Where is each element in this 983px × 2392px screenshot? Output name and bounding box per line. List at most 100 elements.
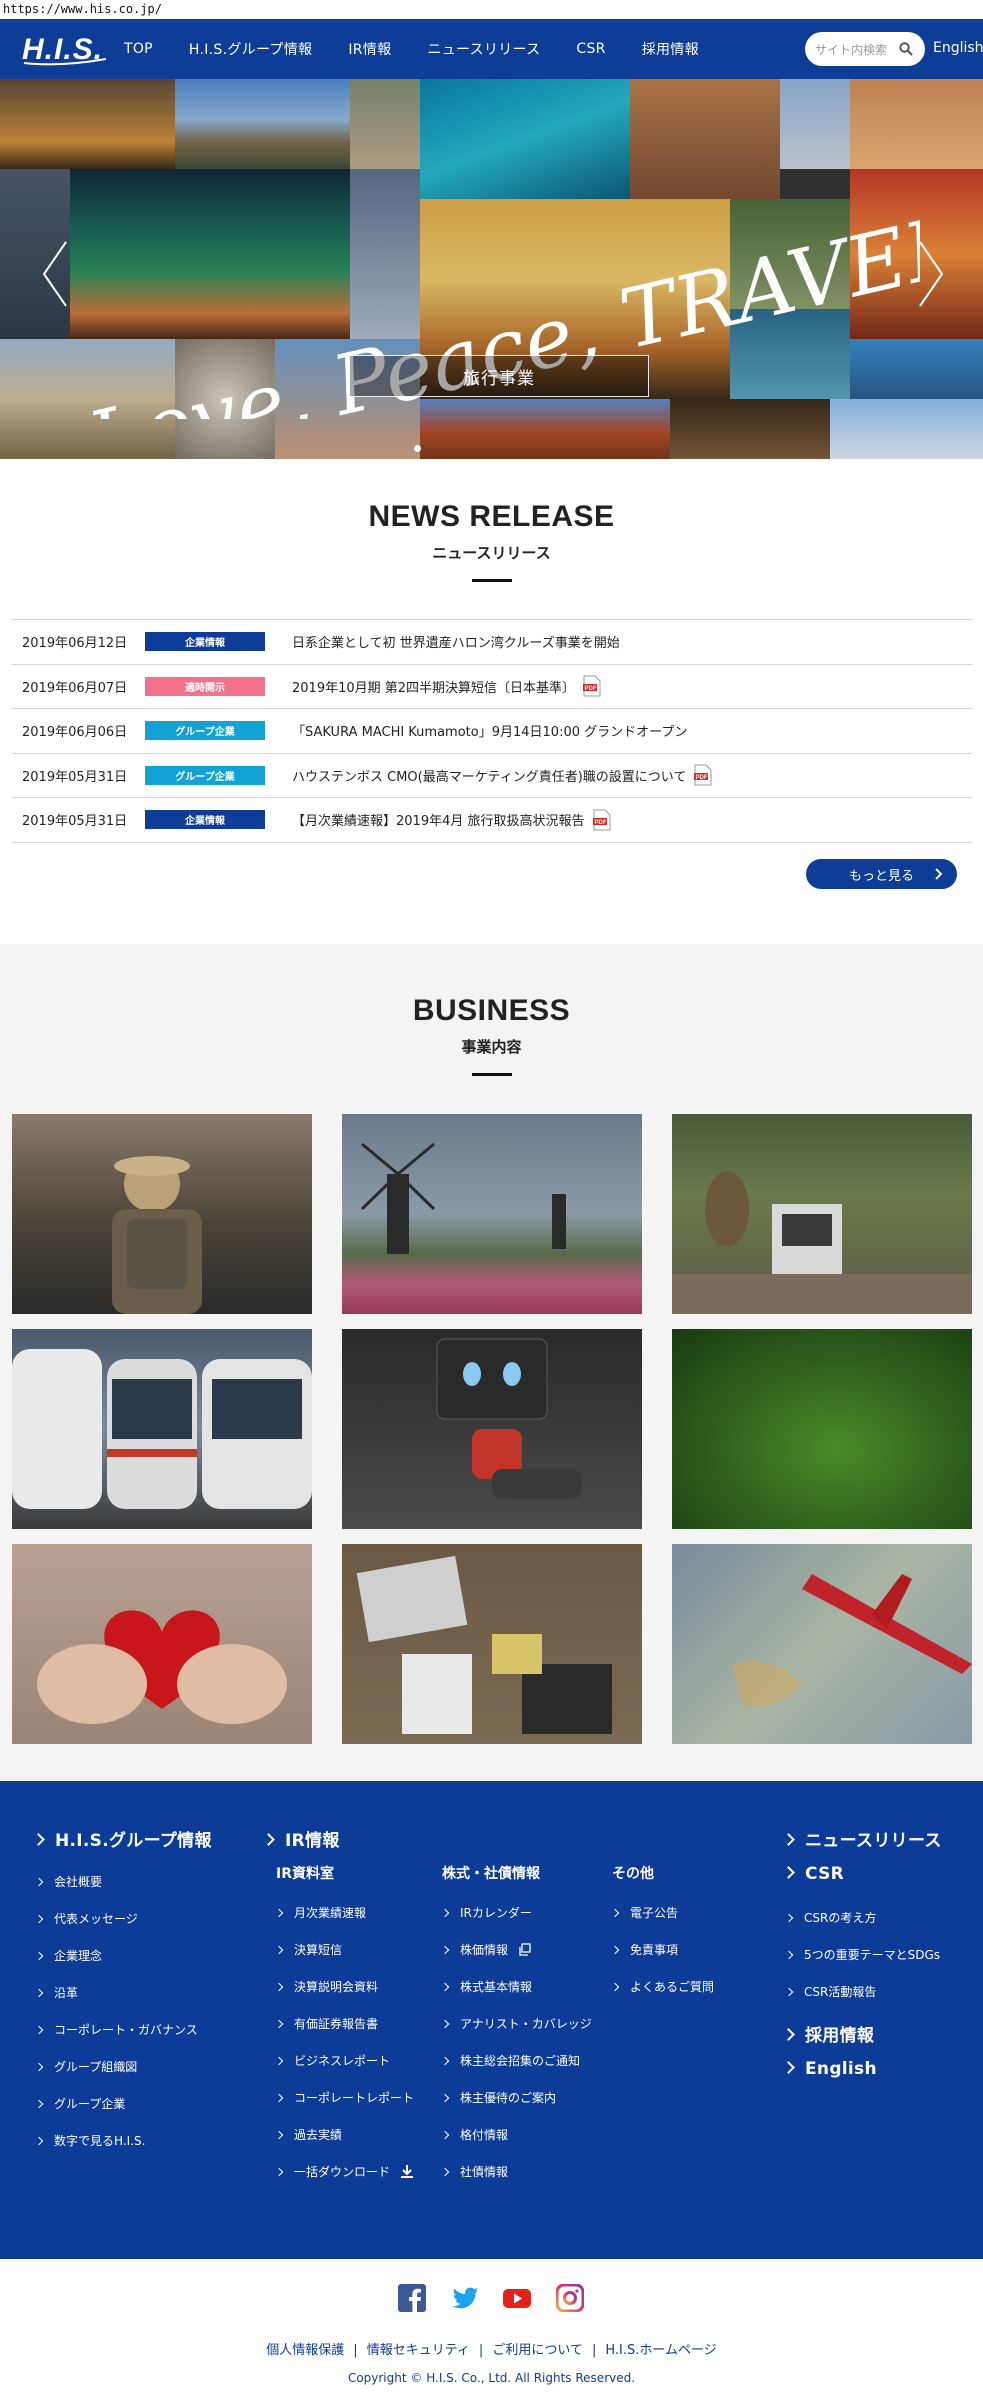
footer-csr-heading[interactable]: CSR bbox=[784, 1864, 844, 1884]
news-link[interactable]: 2019年10月期 第2四半期決算短信〔日本基準〕 bbox=[292, 677, 575, 696]
news-link[interactable]: 【月次業績速報】2019年4月 旅行取扱高状況報告 bbox=[292, 810, 585, 829]
his-logo[interactable]: H.I.S. bbox=[20, 29, 110, 69]
twitter-icon[interactable] bbox=[451, 2284, 479, 2312]
nav-ir[interactable]: IR情報 bbox=[348, 39, 391, 59]
business-card-robotics[interactable] bbox=[342, 1329, 642, 1529]
footer-recruit-heading[interactable]: 採用情報 bbox=[784, 2021, 874, 2046]
footer-link[interactable]: グループ企業 bbox=[36, 2095, 125, 2112]
footer-link[interactable]: 会社概要 bbox=[36, 1873, 102, 1890]
business-section: BUSINESS 事業内容 bbox=[0, 944, 983, 1781]
footer-link[interactable]: 有価証券報告書 bbox=[276, 2015, 378, 2032]
separator: | bbox=[478, 2343, 484, 2358]
footer-link[interactable]: 決算説明会資料 bbox=[276, 1978, 378, 1995]
news-link[interactable]: ハウステンボス CMO(最高マーケティング責任者)職の設置について bbox=[292, 766, 686, 785]
footer-link[interactable]: 株主優待のご案内 bbox=[442, 2089, 556, 2106]
search-input[interactable]: サイト内検索 bbox=[805, 32, 925, 66]
news-title: NEWS RELEASE bbox=[368, 500, 615, 533]
business-card-office[interactable] bbox=[342, 1544, 642, 1744]
business-card-agriculture[interactable] bbox=[672, 1329, 972, 1529]
search-placeholder: サイト内検索 bbox=[815, 42, 888, 57]
business-card-theme-park[interactable] bbox=[342, 1114, 642, 1314]
separator: | bbox=[353, 2343, 358, 2358]
footer-link[interactable]: コーポレート・ガバナンス bbox=[36, 2021, 198, 2038]
footer-link[interactable]: 代表メッセージ bbox=[36, 1910, 138, 1927]
nav-group-info[interactable]: H.I.S.グループ情報 bbox=[189, 39, 312, 59]
facebook-icon[interactable] bbox=[398, 2284, 426, 2312]
news-more-button[interactable]: もっと見る bbox=[806, 859, 957, 889]
footer-link[interactable]: コーポレートレポート bbox=[276, 2089, 414, 2106]
privacy-link[interactable]: 個人情報保護 bbox=[266, 2343, 344, 2358]
youtube-icon[interactable] bbox=[503, 2284, 531, 2312]
footer-group-heading[interactable]: H.I.S.グループ情報 bbox=[34, 1826, 212, 1851]
search-icon[interactable] bbox=[899, 42, 913, 56]
business-card-bus[interactable] bbox=[12, 1329, 312, 1529]
footer-link[interactable]: 決算短信 bbox=[276, 1941, 342, 1958]
footer-news-heading[interactable]: ニュースリリース bbox=[784, 1826, 942, 1851]
footer-link[interactable]: 数字で見るH.I.S. bbox=[36, 2132, 145, 2149]
footer-ir-other-heading: その他 bbox=[612, 1866, 654, 1882]
news-category-badge: 企業情報 bbox=[145, 632, 265, 652]
nav-recruit[interactable]: 採用情報 bbox=[642, 39, 699, 59]
carousel-dot-active[interactable] bbox=[414, 445, 421, 452]
hero-carousel[interactable]: Love, Peace, TRAVEL 旅行事業 bbox=[0, 79, 983, 459]
separator: | bbox=[591, 2343, 597, 2358]
business-card-travel[interactable] bbox=[12, 1114, 312, 1314]
hero-travel-business-button[interactable]: 旅行事業 bbox=[349, 355, 649, 397]
footer-link[interactable]: ビジネスレポート bbox=[276, 2052, 390, 2069]
footer-link[interactable]: 株式基本情報 bbox=[442, 1978, 532, 1995]
nav-top[interactable]: TOP bbox=[124, 41, 153, 57]
footer-link[interactable]: 電子公告 bbox=[612, 1904, 678, 1921]
footer-ir-heading[interactable]: IR情報 bbox=[264, 1826, 340, 1851]
news-category-badge: グループ企業 bbox=[145, 765, 265, 785]
site-header: H.I.S. TOP H.I.S.グループ情報 IR情報 ニュースリリース CS… bbox=[0, 19, 983, 79]
footer-link[interactable]: 格付情報 bbox=[442, 2126, 508, 2143]
footer-link[interactable]: 社債情報 bbox=[442, 2163, 508, 2180]
footer-link[interactable]: グループ組織図 bbox=[36, 2058, 137, 2075]
footer-link[interactable]: CSR活動報告 bbox=[786, 1983, 876, 2000]
news-row[interactable]: 2019年05月31日 企業情報 【月次業績速報】2019年4月 旅行取扱高状況… bbox=[12, 798, 972, 843]
nav-csr[interactable]: CSR bbox=[576, 41, 605, 57]
business-card-hotel[interactable] bbox=[672, 1114, 972, 1314]
news-row[interactable]: 2019年06月07日 適時開示 2019年10月期 第2四半期決算短信〔日本基… bbox=[12, 665, 972, 709]
business-card-social[interactable] bbox=[12, 1544, 312, 1744]
footer-bottom: 個人情報保護 | 情報セキュリティ | ご利用について | H.I.S.ホームページ Cop… bbox=[0, 2259, 983, 2392]
news-link[interactable]: 「SAKURA MACHI Kumamoto」9月14日10:00 グランドオー… bbox=[292, 721, 687, 740]
nav-news[interactable]: ニュースリリース bbox=[427, 39, 540, 59]
news-more-label: もっと見る bbox=[848, 868, 914, 884]
business-card-aviation[interactable] bbox=[672, 1544, 972, 1744]
hero-prev-arrow[interactable] bbox=[36, 234, 76, 314]
terms-link[interactable]: ご利用について bbox=[492, 2343, 583, 2358]
footer-link-bulk-download[interactable]: 一括ダウンロード bbox=[276, 2163, 414, 2180]
hero-next-arrow[interactable] bbox=[910, 234, 950, 314]
browser-url[interactable]: https://www.his.co.jp/ bbox=[0, 0, 983, 19]
footer-link[interactable]: IRカレンダー bbox=[442, 1904, 532, 1921]
news-row[interactable]: 2019年06月06日 グループ企業 「SAKURA MACHI Kumamot… bbox=[12, 709, 972, 754]
footer-link[interactable]: アナリスト・カバレッジ bbox=[442, 2015, 592, 2032]
footer-link[interactable]: よくあるご質問 bbox=[612, 1978, 714, 1995]
instagram-icon[interactable] bbox=[556, 2284, 584, 2312]
copyright: Copyright © H.I.S. Co., Ltd. All Rights … bbox=[347, 2371, 636, 2385]
footer-link[interactable]: 株主総会招集のご通知 bbox=[442, 2052, 580, 2069]
footer-link[interactable]: CSRの考え方 bbox=[786, 1909, 876, 1926]
footer-link[interactable]: 5つの重要テーマとSDGs bbox=[786, 1946, 940, 1963]
footer-link[interactable]: 免責事項 bbox=[612, 1941, 678, 1958]
his-homepage-link[interactable]: H.I.S.ホームページ bbox=[605, 2343, 716, 2358]
news-row[interactable]: 2019年05月31日 グループ企業 ハウステンボス CMO(最高マーケティング… bbox=[12, 754, 972, 798]
bottom-links: 個人情報保護 | 情報セキュリティ | ご利用について | H.I.S.ホームページ bbox=[0, 2339, 983, 2358]
lang-english-link[interactable]: English bbox=[933, 40, 983, 56]
footer-link-stock-price[interactable]: 株価情報 bbox=[442, 1941, 531, 1958]
news-date: 2019年06月07日 bbox=[22, 680, 128, 696]
footer-english-heading[interactable]: English bbox=[784, 2059, 877, 2079]
footer-link[interactable]: 月次業績速報 bbox=[276, 1904, 366, 1921]
footer-link[interactable]: 過去実績 bbox=[276, 2126, 342, 2143]
footer-link[interactable]: 沿革 bbox=[36, 1984, 78, 2001]
security-link[interactable]: 情報セキュリティ bbox=[367, 2343, 470, 2358]
svg-text:PDF: PDF bbox=[594, 820, 606, 826]
footer-link[interactable]: 企業理念 bbox=[36, 1947, 102, 1964]
news-link[interactable]: 日系企業として初 世界遺産ハロン湾クルーズ事業を開始 bbox=[292, 632, 620, 651]
pdf-icon: PDF bbox=[592, 809, 610, 831]
chevron-right-icon bbox=[935, 868, 943, 880]
svg-text:PDF: PDF bbox=[696, 775, 708, 781]
site-footer: H.I.S.グループ情報 会社概要 代表メッセージ 企業理念 沿革 コーポレート… bbox=[0, 1781, 983, 2259]
news-row[interactable]: 2019年06月12日 企業情報 日系企業として初 世界遺産ハロン湾クルーズ事業… bbox=[12, 620, 972, 665]
